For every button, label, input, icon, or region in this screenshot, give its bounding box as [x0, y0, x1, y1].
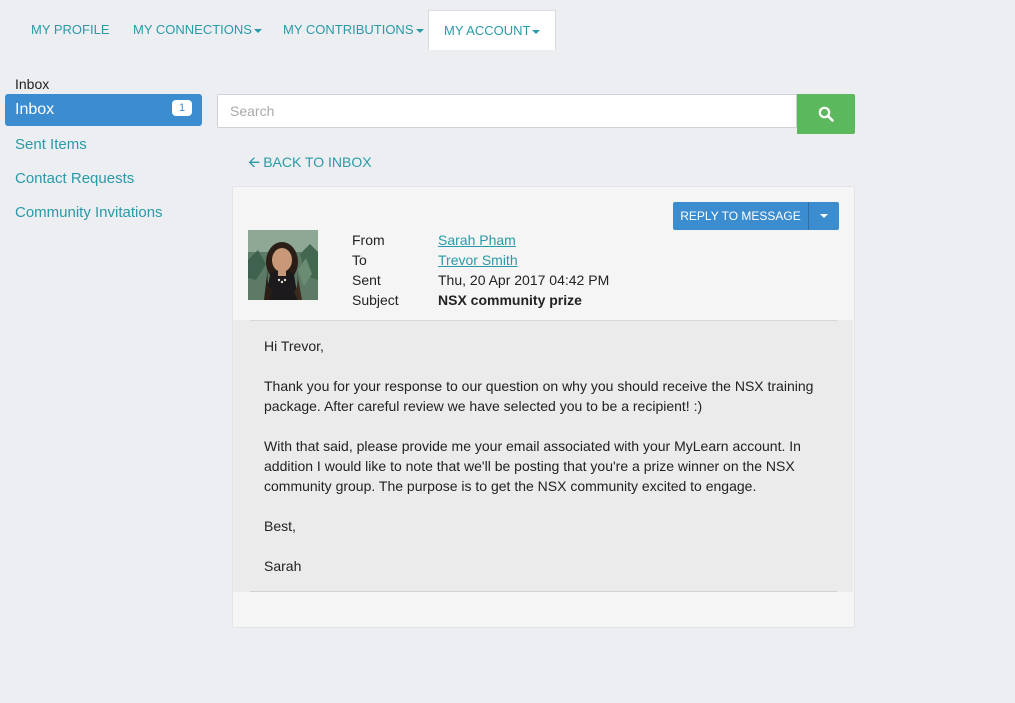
message-paragraph-line: addition I would like to note that we'll…: [264, 458, 795, 474]
sidebar-item-inbox[interactable]: Inbox 1: [5, 94, 202, 126]
search-input[interactable]: [217, 94, 797, 128]
caret-down-icon: [415, 28, 424, 33]
message-closing: Best,: [264, 518, 296, 534]
message-paragraph-line: Thank you for your response to our quest…: [264, 378, 814, 394]
tab-label: MY PROFILE: [31, 22, 110, 37]
search-icon: [818, 106, 834, 122]
tab-label: MY ACCOUNT: [444, 23, 531, 38]
sender-link[interactable]: Sarah Pham: [438, 232, 516, 248]
tab-my-connections[interactable]: MY CONNECTIONS: [133, 10, 262, 49]
reply-to-message-button[interactable]: REPLY TO MESSAGE: [673, 202, 809, 230]
sidebar-item-label: Community Invitations: [15, 204, 163, 221]
sidebar-item-community-invitations[interactable]: Community Invitations: [5, 197, 202, 229]
arrow-left-icon: 🡨: [248, 154, 261, 171]
to-label: To: [352, 252, 367, 268]
sent-label: Sent: [352, 272, 381, 288]
tab-label: MY CONTRIBUTIONS: [283, 22, 414, 37]
sidebar-item-contact-requests[interactable]: Contact Requests: [5, 163, 202, 195]
sidebar-item-sent-items[interactable]: Sent Items: [5, 129, 202, 161]
message-paragraph-line: With that said, please provide me your e…: [264, 438, 801, 454]
search-button[interactable]: [797, 94, 855, 134]
unread-count-badge: 1: [172, 100, 192, 116]
caret-down-icon: [820, 214, 828, 218]
sidebar-heading: Inbox: [15, 76, 50, 92]
divider: [250, 591, 837, 592]
sent-timestamp: Thu, 20 Apr 2017 04:42 PM: [438, 272, 610, 288]
sender-avatar: [248, 230, 318, 300]
message-greeting: Hi Trevor,: [264, 338, 324, 354]
sidebar-item-label: Contact Requests: [15, 170, 135, 187]
tab-my-account[interactable]: MY ACCOUNT: [428, 10, 557, 50]
divider: [250, 320, 837, 321]
message-signature: Sarah: [264, 558, 302, 574]
tab-my-profile[interactable]: MY PROFILE: [31, 10, 110, 49]
back-to-inbox-link[interactable]: 🡨 BACK TO INBOX: [248, 152, 372, 177]
tab-label: MY CONNECTIONS: [133, 22, 252, 37]
caret-down-icon: [253, 28, 262, 33]
from-label: From: [352, 232, 385, 248]
reply-options-dropdown-button[interactable]: [809, 202, 839, 230]
caret-down-icon: [532, 29, 541, 34]
tab-my-contributions[interactable]: MY CONTRIBUTIONS: [283, 10, 424, 49]
message-paragraph-line: package. After careful review we have se…: [264, 398, 703, 414]
message-paragraph-line: community group. The purpose is to get t…: [264, 478, 757, 494]
sidebar-item-label: Inbox: [15, 101, 55, 118]
sidebar-item-label: Sent Items: [15, 136, 87, 153]
recipient-link[interactable]: Trevor Smith: [438, 252, 518, 268]
back-link-label: BACK TO INBOX: [263, 154, 372, 170]
top-nav: MY PROFILE MY CONNECTIONS MY CONTRIBUTIO…: [0, 10, 1015, 50]
subject-label: Subject: [352, 292, 399, 308]
message-subject: NSX community prize: [438, 292, 582, 308]
